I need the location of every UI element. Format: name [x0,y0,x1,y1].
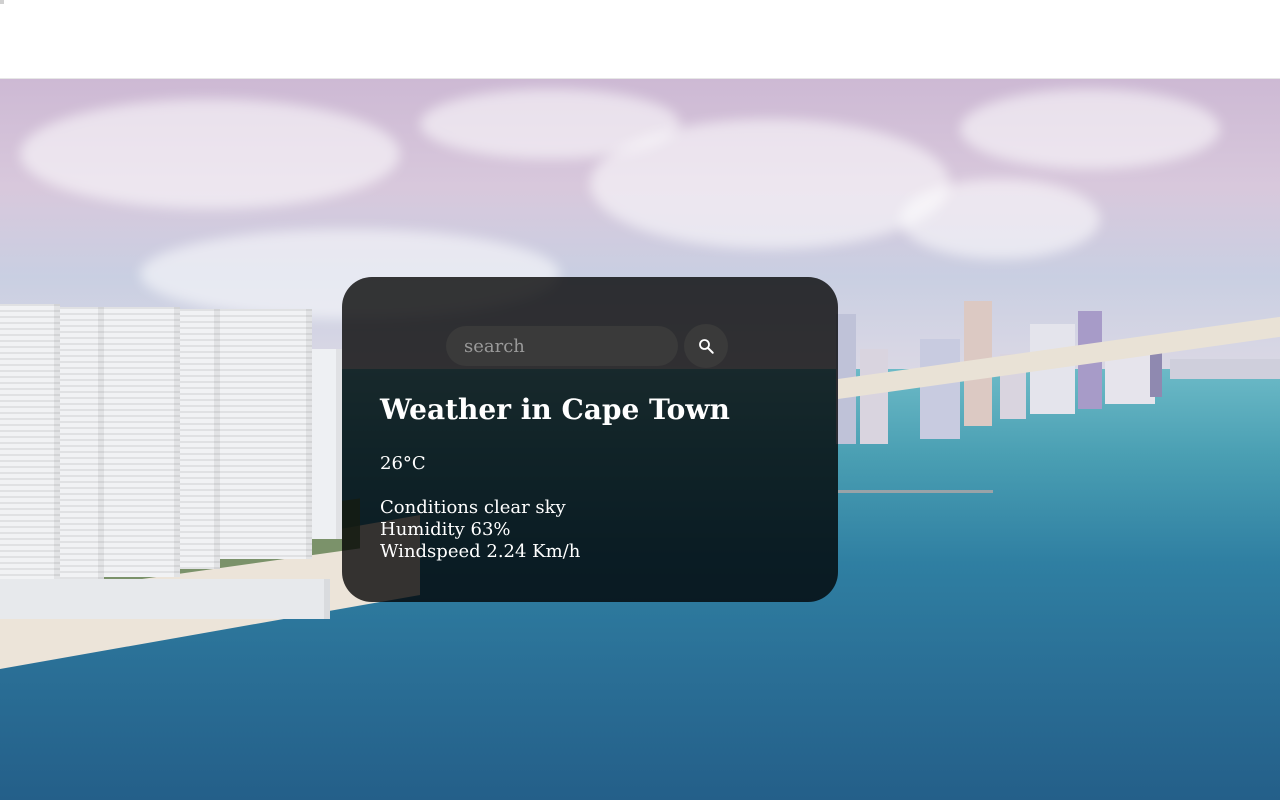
building [60,307,104,587]
building [312,349,342,539]
corner-mark [0,0,4,4]
building [104,307,180,577]
building [180,309,220,569]
search-bar [446,324,728,368]
cloud [20,99,400,209]
city-title: Weather in Cape Town [380,393,730,426]
weather-card: Weather in Cape Town 26°C Conditions cle… [342,277,838,602]
cloud [900,179,1100,259]
building [220,309,312,559]
windspeed: Windspeed 2.24 Km/h [380,541,581,562]
search-icon [697,337,715,355]
weather-details: Conditions clear sky Humidity 63% Windsp… [380,497,580,563]
search-input[interactable] [446,326,678,366]
pier [838,490,993,493]
cloud [590,119,950,249]
building [920,339,960,439]
podium [0,579,330,619]
conditions: Conditions clear sky [380,497,566,518]
temperature: 26°C [380,453,426,474]
building [860,349,888,444]
top-bar [0,0,1280,79]
building [0,304,60,594]
cloud [960,89,1220,169]
building [1170,359,1280,379]
search-button[interactable] [684,324,728,368]
humidity: Humidity 63% [380,519,511,540]
